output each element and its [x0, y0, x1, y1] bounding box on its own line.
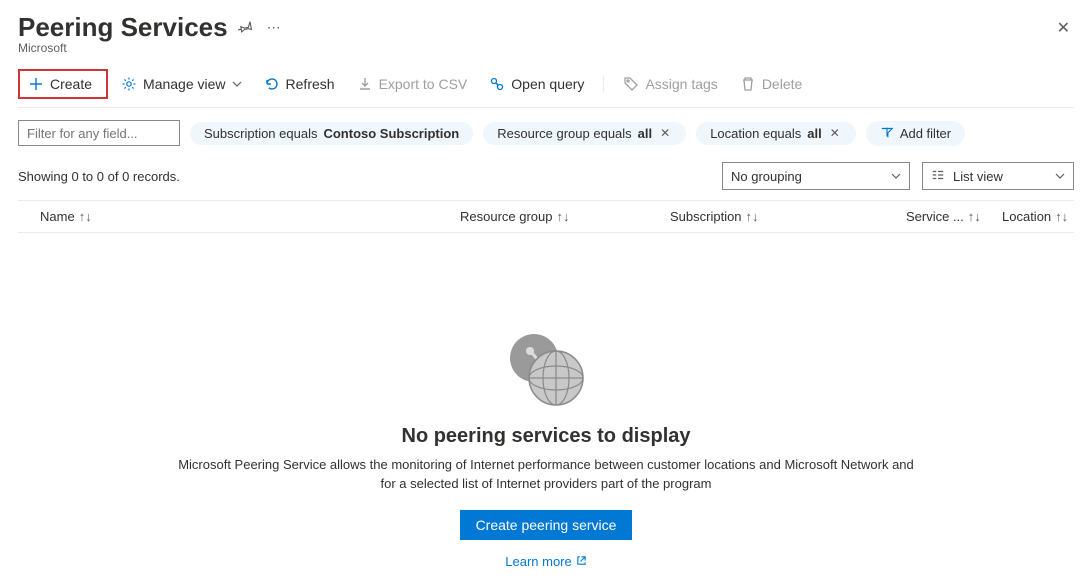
export-csv-label: Export to CSV: [379, 76, 468, 92]
create-label: Create: [50, 76, 92, 92]
grouping-select[interactable]: No grouping: [722, 162, 910, 190]
create-peering-service-button[interactable]: Create peering service: [460, 510, 633, 540]
pill-rg-clear-icon[interactable]: ✕: [658, 126, 672, 140]
refresh-icon: [264, 76, 280, 92]
delete-label: Delete: [762, 76, 802, 92]
grouping-select-value: No grouping: [731, 169, 802, 184]
export-csv-button[interactable]: Export to CSV: [348, 71, 477, 97]
sort-icon: ↑↓: [1055, 209, 1068, 224]
manage-view-label: Manage view: [143, 76, 226, 92]
chevron-down-icon: [891, 169, 901, 184]
chevron-down-icon: [1055, 169, 1065, 184]
pill-location[interactable]: Location equals all ✕: [696, 122, 856, 145]
empty-title: No peering services to display: [402, 425, 691, 448]
delete-button: Delete: [731, 71, 811, 97]
separator: [603, 76, 604, 92]
more-icon[interactable]: ⋯: [267, 19, 282, 36]
refresh-button[interactable]: Refresh: [255, 71, 344, 97]
close-icon[interactable]: ✕: [1053, 14, 1074, 42]
pill-subscription[interactable]: Subscription equals Contoso Subscription: [190, 122, 473, 145]
command-bar: Create Manage view Refresh Export to CSV: [18, 69, 1074, 108]
pill-loc-value: all: [807, 126, 821, 141]
refresh-label: Refresh: [286, 76, 335, 92]
assign-tags-button: Assign tags: [614, 71, 726, 97]
list-icon: [931, 168, 945, 185]
empty-text: Microsoft Peering Service allows the mon…: [176, 456, 916, 494]
external-link-icon: [576, 554, 587, 569]
create-button[interactable]: Create: [18, 69, 108, 99]
view-select[interactable]: List view: [922, 162, 1074, 190]
sort-icon: ↑↓: [557, 209, 570, 224]
add-filter-button[interactable]: Add filter: [866, 121, 965, 146]
open-query-button[interactable]: Open query: [480, 71, 593, 97]
add-filter-label: Add filter: [900, 126, 951, 141]
pill-rg-value: all: [638, 126, 652, 141]
filter-add-icon: [880, 125, 894, 142]
pill-loc-prefix: Location equals: [710, 126, 801, 141]
column-name[interactable]: Name ↑↓: [40, 209, 460, 224]
pill-loc-clear-icon[interactable]: ✕: [828, 126, 842, 140]
manage-view-button[interactable]: Manage view: [112, 71, 251, 97]
filter-input[interactable]: [18, 120, 180, 146]
pill-rg-prefix: Resource group equals: [497, 126, 631, 141]
empty-state: No peering services to display Microsoft…: [18, 323, 1074, 569]
open-query-label: Open query: [511, 76, 584, 92]
gear-icon: [121, 76, 137, 92]
download-icon: [357, 76, 373, 92]
plus-icon: [28, 76, 44, 92]
pill-subscription-prefix: Subscription equals: [204, 126, 317, 141]
column-subscription[interactable]: Subscription ↑↓: [670, 209, 906, 224]
tag-icon: [623, 76, 639, 92]
globe-icon: [496, 323, 596, 413]
page-subtitle: Microsoft: [18, 41, 1074, 55]
pill-resource-group[interactable]: Resource group equals all ✕: [483, 122, 686, 145]
learn-more-link[interactable]: Learn more: [505, 554, 586, 569]
table-header: Name ↑↓ Resource group ↑↓ Subscription ↑…: [18, 200, 1074, 233]
filter-bar: Subscription equals Contoso Subscription…: [18, 120, 1074, 146]
query-icon: [489, 76, 505, 92]
learn-more-label: Learn more: [505, 554, 571, 569]
sort-icon: ↑↓: [746, 209, 759, 224]
pin-icon[interactable]: [238, 19, 253, 37]
assign-tags-label: Assign tags: [645, 76, 717, 92]
column-resource-group[interactable]: Resource group ↑↓: [460, 209, 670, 224]
sort-icon: ↑↓: [968, 209, 981, 224]
column-service[interactable]: Service ... ↑↓: [906, 209, 1002, 224]
chevron-down-icon: [232, 76, 242, 92]
pill-subscription-value: Contoso Subscription: [323, 126, 459, 141]
records-count: Showing 0 to 0 of 0 records.: [18, 169, 180, 184]
trash-icon: [740, 76, 756, 92]
view-select-value: List view: [953, 169, 1003, 184]
page-title: Peering Services: [18, 12, 228, 43]
sort-icon: ↑↓: [79, 209, 92, 224]
column-location[interactable]: Location ↑↓: [1002, 209, 1074, 224]
